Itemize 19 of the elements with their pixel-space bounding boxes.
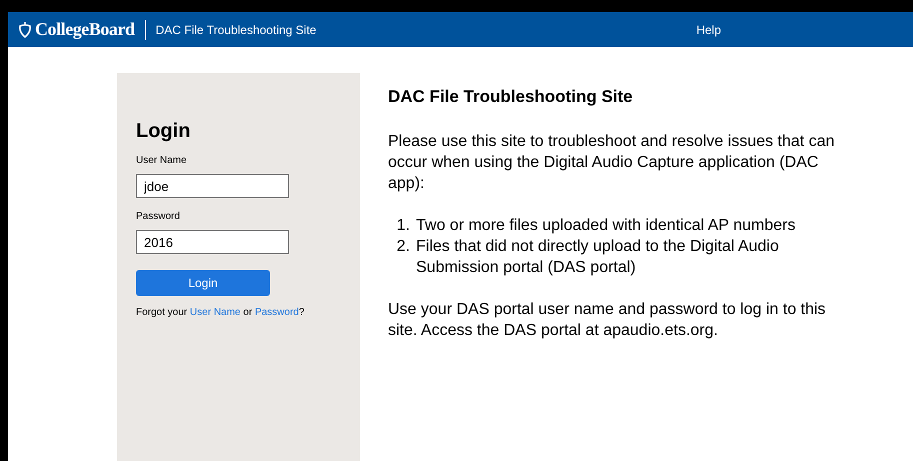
- field-label: User Name: [136, 154, 188, 168]
- list-item-text: Files that did not directly upload to the Digital Audio Submission portal (DAS portal): [416, 236, 780, 278]
- intro-paragraph: Please use this site to troubleshoot and resolve issues that can occur when using the Digital Audio Capture application (DAC app):: [388, 132, 836, 194]
- content-heading: DAC File Troubleshooting Site: [388, 86, 634, 108]
- list-item-text: Two or more files uploaded with identical AP numbers: [416, 216, 796, 236]
- text-input-field[interactable]: jdoe: [136, 174, 289, 198]
- site-title: DAC File Troubleshooting Site: [156, 22, 316, 38]
- list-number: 1.: [396, 216, 411, 236]
- forgot-credentials-text: Forgot your User Name or Password?: [136, 306, 306, 320]
- field-label: Password: [136, 210, 181, 224]
- help-link[interactable]: Help: [696, 20, 722, 38]
- brand-logo-text[interactable]: CollegeBoard: [35, 16, 135, 43]
- login-heading: Login: [136, 119, 192, 143]
- list-number: 2.: [396, 236, 411, 256]
- login-button[interactable]: Login: [136, 270, 270, 296]
- text-input-field[interactable]: 2016: [136, 230, 289, 254]
- password-link[interactable]: Password: [254, 307, 299, 318]
- user-name-link[interactable]: User Name: [190, 307, 240, 318]
- note-paragraph: Use your DAS portal user name and password to log in to this site. Access the DAS portal at apaudio.ets.org.: [388, 300, 827, 340]
